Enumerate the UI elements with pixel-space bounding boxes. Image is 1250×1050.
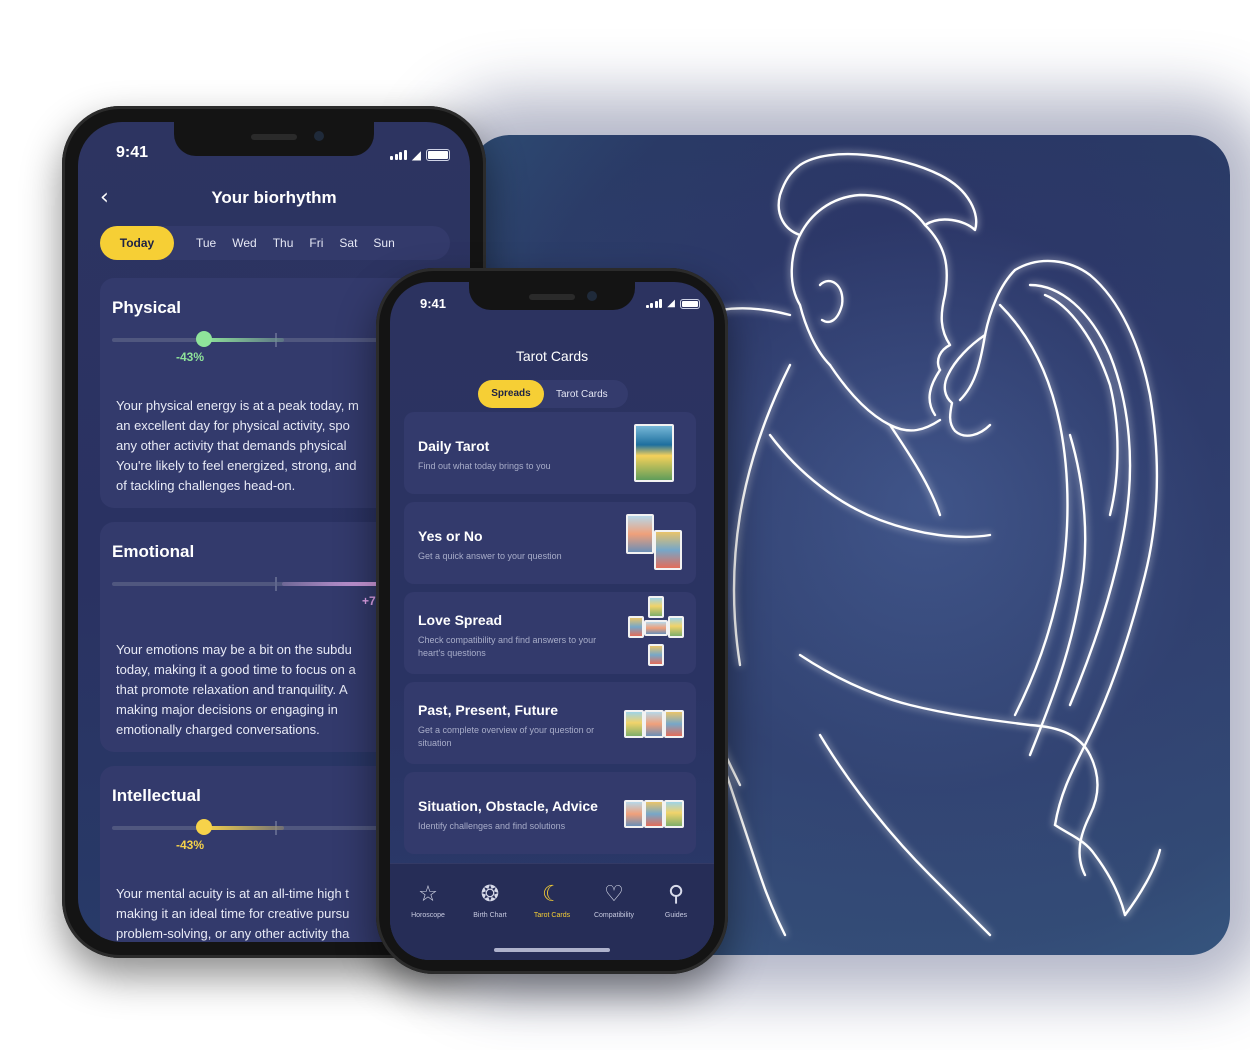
battery-icon — [426, 149, 450, 161]
spreads-segmented-control: Spreads Tarot Cards — [478, 380, 628, 408]
tarot-card-image — [626, 514, 654, 554]
day-tab-tue[interactable]: Tue — [188, 236, 224, 250]
tarot-card-image — [628, 616, 644, 638]
tab-tarot-cards[interactable]: ☾ Tarot Cards — [522, 882, 582, 919]
day-tab-sun[interactable]: Sun — [365, 236, 402, 250]
spread-card-past-present-future[interactable]: Past, Present, Future Get a complete ove… — [404, 682, 696, 764]
search-icon: ⚲ — [667, 882, 685, 907]
page-title: Your biorhythm — [211, 188, 337, 207]
tarot-card-image — [644, 620, 668, 636]
spread-card-situation-obstacle-advice[interactable]: Situation, Obstacle, Advice Identify cha… — [404, 772, 696, 854]
segment-tarot-cards[interactable]: Tarot Cards — [556, 389, 608, 400]
tab-guides[interactable]: ⚲ Guides — [646, 882, 706, 919]
chart-wheel-icon: ❂ — [480, 882, 500, 907]
intellectual-percent: -43% — [176, 838, 205, 852]
tarot-phone: 9:41 ◢ Tarot Cards Spreads Tarot Cards D… — [376, 268, 728, 974]
page-title: Tarot Cards — [515, 348, 589, 364]
tarot-card-image — [664, 800, 684, 828]
intellectual-description: Your mental acuity is at an all-time hig… — [116, 886, 350, 941]
physical-description: Your physical energy is at a peak today,… — [116, 398, 359, 493]
signal-icon — [390, 150, 407, 160]
tarot-card-image — [644, 800, 664, 828]
intellectual-knob — [196, 819, 212, 835]
tab-horoscope[interactable]: ☆ Horoscope — [398, 882, 458, 919]
tarot-card-image — [648, 596, 664, 618]
tarot-card-image — [644, 710, 664, 738]
biorhythm-header: ‹ Your biorhythm — [78, 184, 470, 214]
emotional-track — [112, 575, 412, 591]
home-indicator — [494, 948, 610, 952]
section-title: Physical — [112, 298, 181, 317]
tarot-card-icon: ☾ — [542, 882, 562, 907]
wifi-icon: ◢ — [411, 148, 421, 162]
tab-compatibility[interactable]: ♡ Compatibility — [584, 882, 644, 919]
spread-card-daily-tarot[interactable]: Daily Tarot Find out what today brings t… — [404, 412, 696, 494]
day-tab-thu[interactable]: Thu — [265, 236, 302, 250]
wifi-icon: ◢ — [667, 298, 675, 309]
physical-percent: -43% — [176, 350, 205, 364]
phone-notch — [174, 122, 374, 156]
tarot-card-image — [634, 424, 674, 482]
spread-card-love-spread[interactable]: Love Spread Check compatibility and find… — [404, 592, 696, 674]
signal-icon — [645, 299, 663, 308]
hearts-icon: ♡ — [604, 882, 624, 907]
day-tab-sat[interactable]: Sat — [331, 236, 365, 250]
day-selector: Today Tue Wed Thu Fri Sat Sun — [100, 226, 450, 260]
tarot-card-image — [668, 616, 684, 638]
emotional-percent: +7 — [362, 594, 376, 608]
status-icons: ◢ — [645, 298, 700, 309]
phone-notch — [469, 282, 635, 310]
intellectual-track — [112, 819, 412, 835]
section-title: Intellectual — [112, 786, 201, 805]
day-tab-fri[interactable]: Fri — [301, 236, 331, 250]
section-title: Emotional — [112, 542, 195, 561]
status-icons: ◢ — [390, 148, 450, 162]
physical-track — [112, 331, 412, 347]
tarot-card-image — [664, 710, 684, 738]
tab-birth-chart[interactable]: ❂ Birth Chart — [460, 882, 520, 919]
status-time: 9:41 — [116, 144, 149, 161]
emotional-description: Your emotions may be a bit on the subdu … — [116, 642, 356, 737]
tarot-card-image — [624, 800, 644, 828]
tarot-screen: 9:41 ◢ Tarot Cards Spreads Tarot Cards D… — [390, 282, 714, 960]
tarot-card-image — [654, 530, 682, 570]
bottom-tab-bar: ☆ Horoscope ❂ Birth Chart ☾ Tarot Cards … — [390, 863, 714, 960]
physical-knob — [196, 331, 212, 347]
day-tab-wed[interactable]: Wed — [224, 236, 264, 250]
tarot-card-image — [648, 644, 664, 666]
spread-card-yes-or-no[interactable]: Yes or No Get a quick answer to your que… — [404, 502, 696, 584]
segment-spreads[interactable]: Spreads — [478, 380, 544, 408]
star-icon: ☆ — [418, 882, 438, 907]
tarot-card-image — [624, 710, 644, 738]
day-tab-today[interactable]: Today — [100, 226, 174, 260]
battery-icon — [680, 298, 700, 309]
status-time: 9:41 — [420, 296, 447, 311]
